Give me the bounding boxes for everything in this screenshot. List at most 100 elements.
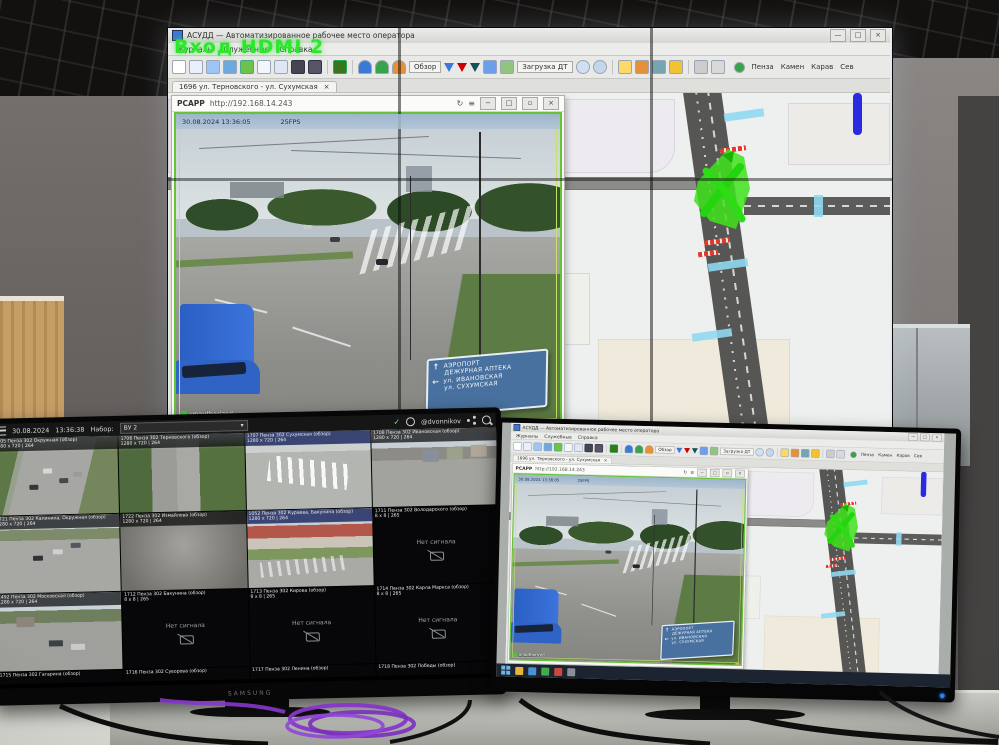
maximize-button[interactable]: □ (850, 29, 866, 42)
camera-set-select[interactable]: ВУ 2▾ (120, 420, 248, 434)
check-icon[interactable]: ✓ (393, 417, 400, 426)
minimize-button[interactable]: — (830, 29, 846, 42)
taskbar-app-icon[interactable] (528, 667, 536, 675)
copy-icon[interactable] (836, 450, 845, 459)
camera-tile[interactable]: 1721 Пенза 302 Калинина, Окружная (обзор… (0, 514, 121, 594)
filter-blue-icon[interactable] (676, 447, 682, 453)
menu-icon[interactable]: ≡ (690, 470, 694, 475)
camera-tab[interactable]: 1696 ул. Терновского - ул. Сухумская × (172, 81, 337, 92)
camera-tab-close-icon[interactable]: × (604, 458, 608, 463)
filter-dark-icon[interactable] (470, 63, 480, 72)
home-icon[interactable] (564, 443, 573, 452)
hamburger-menu-icon[interactable] (0, 426, 6, 435)
map-scroll-indicator[interactable] (853, 93, 862, 135)
tree-orange-icon[interactable] (645, 445, 654, 454)
camera-tile[interactable]: 1715 Пенза 302 Гагарина (обзор) (0, 670, 123, 685)
city-tab-2[interactable]: Камен (781, 63, 804, 71)
print-icon[interactable] (826, 450, 835, 459)
load-dt-button[interactable]: Загрузка ДТ (517, 61, 572, 73)
maximize-button[interactable]: □ (920, 433, 930, 441)
screen-icon[interactable] (544, 443, 553, 452)
start-button[interactable] (501, 666, 510, 675)
close-button[interactable]: × (932, 434, 942, 442)
pcapp-window[interactable]: PCAPP http://192.168.14.243 ↻ ≡ − □ ▫ × (507, 463, 748, 669)
camera-tab-close-icon[interactable]: × (324, 83, 330, 91)
filter-red-icon[interactable] (684, 448, 690, 454)
pcapp-header[interactable]: PCAPP http://192.168.14.243 ↻ ≡ − □ ▫ × (172, 96, 564, 112)
open-icon[interactable] (523, 442, 532, 451)
cursor-icon[interactable] (274, 60, 288, 74)
camera-feed[interactable]: ↑ АЭРОПОРТ ДЕЖУРНАЯ АПТЕКА ← ул. ИВАНОВС… (176, 114, 560, 422)
taskbar-app-icon[interactable] (515, 666, 523, 674)
wand-icon[interactable] (710, 447, 719, 456)
pcapp-restore-button[interactable]: ▫ (522, 97, 538, 110)
overview-button[interactable]: Обзор (655, 446, 675, 454)
username[interactable]: @dvonnikov (421, 417, 461, 426)
green-panel-icon[interactable] (240, 60, 254, 74)
menu-icon[interactable]: ≡ (468, 99, 475, 108)
screen-icon[interactable] (223, 60, 237, 74)
export-icon[interactable] (652, 60, 666, 74)
zoom-in-icon[interactable] (576, 60, 590, 74)
camera-tile[interactable]: 1706 Пенза 302 Терновского (обзор)1280 x… (118, 433, 245, 513)
new-doc-icon[interactable] (513, 442, 522, 451)
search-icon[interactable] (482, 415, 491, 424)
copy-icon[interactable] (711, 60, 725, 74)
zoom-select-icon[interactable] (593, 60, 607, 74)
camera-tile-no-signal[interactable]: 1713 Пенза 302 Кирова (обзор)8 x 8 | 265… (248, 586, 375, 666)
minimize-button[interactable]: — (908, 433, 918, 441)
camera-feed[interactable]: ↑ АЭРОПОРТ ДЕЖУРНАЯ АПТЕКА ← ул. ИВАНОВС… (510, 474, 745, 664)
city-tab-3[interactable]: Карав (811, 63, 833, 71)
city-tab-4[interactable]: Сев (840, 63, 853, 71)
camera-tile-no-signal[interactable]: 1711 Пенза 302 Володарского (обзор)8 x 8… (373, 505, 500, 585)
camera-tile[interactable]: 1717 Пенза 302 Ленина (обзор) (250, 664, 375, 679)
filter-blue-icon[interactable] (444, 63, 454, 72)
city-tab-penza[interactable]: Пенза (752, 63, 774, 71)
monitors-icon[interactable] (533, 442, 542, 451)
leaf-icon[interactable] (610, 444, 619, 453)
map-scroll-indicator[interactable] (921, 472, 927, 497)
person-yellow-icon[interactable] (780, 448, 789, 457)
share-icon[interactable] (467, 416, 476, 425)
new-doc-icon[interactable] (172, 60, 186, 74)
refresh-icon[interactable]: ↻ (457, 99, 464, 108)
city-tab-4[interactable]: Сев (914, 454, 922, 459)
pcapp-window[interactable]: PCAPP http://192.168.14.243 ↻ ≡ − □ ▫ × (171, 95, 565, 429)
pcapp-maximize-button[interactable]: □ (501, 97, 517, 110)
pcapp-minimize-button[interactable]: − (480, 97, 496, 110)
tree-blue-icon[interactable] (358, 60, 372, 74)
open-icon[interactable] (189, 60, 203, 74)
zoom-select-icon[interactable] (765, 448, 774, 457)
filter-red-icon[interactable] (457, 63, 467, 72)
pcapp-restore-button[interactable]: ▫ (722, 469, 732, 477)
pcapp-close-button[interactable]: × (735, 470, 745, 478)
menu-help[interactable]: Справка (578, 434, 598, 440)
tree-blue-icon[interactable] (625, 445, 634, 454)
pcapp-url[interactable]: http://192.168.14.243 (210, 99, 293, 108)
tree-green-icon[interactable] (635, 445, 644, 454)
green-panel-icon[interactable] (554, 443, 563, 452)
home-icon[interactable] (257, 60, 271, 74)
pcapp-close-button[interactable]: × (543, 97, 559, 110)
monitors-icon[interactable] (206, 60, 220, 74)
tree-green-icon[interactable] (375, 60, 389, 74)
camera-tile[interactable]: 1492 Пенза 302 Московская (обзор)1280 x … (0, 592, 123, 672)
camera-tile[interactable]: 1707 Пенза 302 Сухумская (обзор)1280 x 7… (245, 430, 372, 510)
camera-tile-no-signal[interactable]: 1712 Пенза 302 Бакунина (обзор)8 x 8 | 2… (122, 589, 249, 669)
filter-dark-icon[interactable] (692, 448, 698, 454)
leaf-icon[interactable] (333, 60, 347, 74)
camera-tile[interactable]: 1052 Пенза 302 Кураева, Бакунина (обзор)… (246, 508, 373, 588)
city-tab-2[interactable]: Камен (878, 453, 892, 458)
zoom-in-icon[interactable] (755, 448, 764, 457)
camera-tile[interactable]: 1708 Пенза 302 Ивановская (обзор)1280 x … (371, 427, 498, 507)
pcapp-url[interactable]: http://192.168.14.243 (535, 466, 585, 473)
overview-button[interactable]: Обзор (409, 61, 441, 73)
camera-tile[interactable]: 1718 Пенза 302 Победы (обзор) (376, 661, 501, 676)
people-icon[interactable] (483, 60, 497, 74)
binoculars-2-icon[interactable] (308, 60, 322, 74)
city-tab-3[interactable]: Карав (896, 453, 909, 458)
load-dt-button[interactable]: Загрузка ДТ (720, 448, 753, 456)
refresh-icon[interactable]: ↻ (683, 470, 687, 475)
close-button[interactable]: × (870, 29, 886, 42)
binoculars-icon[interactable] (291, 60, 305, 74)
